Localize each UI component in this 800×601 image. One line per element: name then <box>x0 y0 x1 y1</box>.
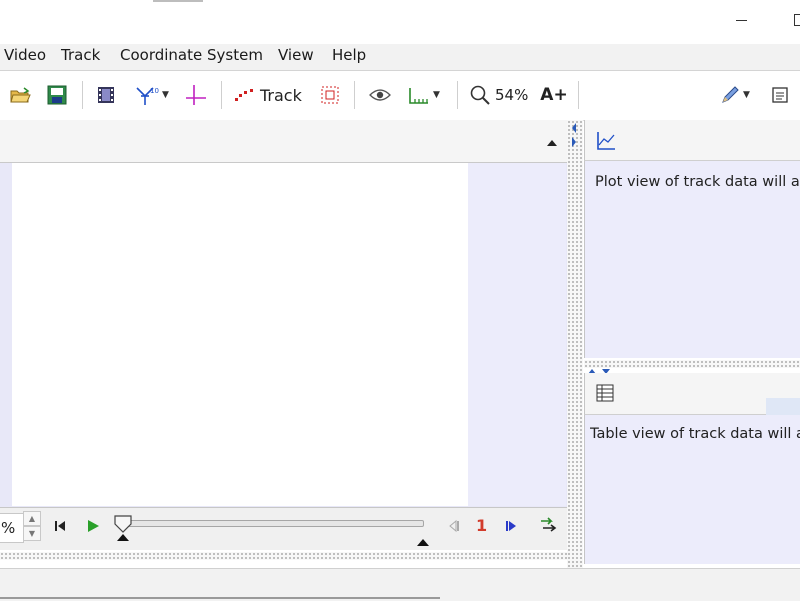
zoom-level: 54% <box>495 86 529 104</box>
right-splitter[interactable] <box>584 360 800 368</box>
open-folder-icon <box>10 87 31 103</box>
spinner-down-icon[interactable]: ▼ <box>23 526 41 541</box>
notes-icon <box>772 87 788 103</box>
spinner-up-icon[interactable]: ▲ <box>23 511 41 526</box>
coordinate-axes-button[interactable] <box>183 81 209 109</box>
autotracker-button[interactable] <box>318 81 342 109</box>
plot-view-message: Plot view of track data will ap <box>595 174 800 190</box>
drawing-tools-button[interactable]: ▼ <box>714 81 756 109</box>
zoom-spinner[interactable]: ▲ ▼ <box>23 511 41 541</box>
menu-help[interactable]: Help <box>331 44 367 70</box>
table-grid-icon <box>596 384 614 402</box>
plot-button[interactable] <box>595 130 617 152</box>
split-arrows-icon <box>572 123 576 147</box>
step-forward-button[interactable] <box>503 518 519 534</box>
plot-view <box>584 161 800 358</box>
toolbar-separator <box>82 81 83 109</box>
coordinate-axes-icon <box>186 85 206 105</box>
menu-track[interactable]: Track <box>60 44 101 70</box>
table-button[interactable] <box>595 383 615 403</box>
video-clip-settings-button[interactable] <box>94 81 118 109</box>
status-bar-rule <box>0 597 440 599</box>
track-points-icon <box>235 89 253 101</box>
open-button[interactable] <box>8 81 34 109</box>
title-bar <box>0 0 800 44</box>
save-icon <box>47 85 67 105</box>
notes-button[interactable] <box>768 81 792 109</box>
measuring-ruler-icon <box>409 88 429 104</box>
zoom-field[interactable]: % <box>0 513 24 543</box>
svg-text:10: 10 <box>150 87 159 95</box>
font-size-icon: A+ <box>540 85 568 105</box>
visibility-button[interactable] <box>367 81 393 109</box>
frame-slider[interactable] <box>122 520 424 527</box>
collapse-panel-button[interactable] <box>545 134 559 146</box>
toolbar-separator <box>457 81 458 109</box>
end-frame-marker[interactable] <box>416 532 430 546</box>
menu-bar: Video Track Coordinate System View Help <box>0 44 800 71</box>
maximize-button[interactable] <box>792 12 800 28</box>
save-button[interactable] <box>44 81 70 109</box>
table-view-message: Table view of track data will ap <box>590 426 800 442</box>
toolbar: 10 ▼ Track ▼ 54% A+ ▼ <box>0 71 800 121</box>
skip-back-icon <box>55 521 65 531</box>
menu-video[interactable]: Video <box>3 44 47 70</box>
chevron-down-icon: ▼ <box>433 90 440 100</box>
right-splitter-arrows[interactable] <box>586 360 614 374</box>
vertical-splitter[interactable] <box>567 120 583 568</box>
video-splitter[interactable] <box>0 552 568 560</box>
calibration-tools-button[interactable]: 10 ▼ <box>132 81 172 109</box>
measuring-tools-button[interactable]: ▼ <box>404 81 444 109</box>
video-clip-icon <box>98 87 114 103</box>
step-back-button[interactable] <box>446 518 462 534</box>
title-bar-mark <box>153 0 203 2</box>
toolbar-separator <box>221 81 222 109</box>
video-canvas[interactable] <box>12 163 468 506</box>
slider-thumb-icon <box>114 515 132 541</box>
plot-view-header <box>584 120 800 161</box>
plot-graph-icon <box>597 132 615 150</box>
loop-arrow-icon <box>541 517 557 532</box>
zoom-button[interactable]: 54% <box>469 81 531 109</box>
step-count[interactable]: 1 <box>476 516 488 536</box>
toolbar-separator <box>354 81 355 109</box>
play-icon <box>88 520 99 532</box>
magnifier-icon <box>470 85 490 105</box>
video-canvas-margin <box>468 163 566 506</box>
create-track-button[interactable]: Track <box>234 81 306 109</box>
chevron-down-icon: ▼ <box>743 90 750 100</box>
loop-button[interactable] <box>539 516 557 534</box>
play-button[interactable] <box>85 518 101 534</box>
triangle-marker-icon <box>417 539 429 546</box>
slider-thumb[interactable] <box>112 514 134 542</box>
autotracker-icon <box>321 86 339 104</box>
splitter-arrows[interactable] <box>570 122 578 148</box>
toolbar-separator <box>578 81 579 109</box>
track-label: Track <box>260 85 302 105</box>
step-forward-icon <box>506 521 516 531</box>
go-to-start-button[interactable] <box>52 518 68 534</box>
eye-icon <box>369 89 391 101</box>
menu-coordinate-system[interactable]: Coordinate System <box>119 44 264 70</box>
triangle-up-icon <box>547 140 557 146</box>
calibration-tools-icon: 10 <box>136 87 159 105</box>
minimize-button[interactable] <box>733 12 753 28</box>
step-back-icon <box>449 519 459 533</box>
font-size-button[interactable]: A+ <box>540 81 568 109</box>
chevron-down-icon: ▼ <box>162 90 169 100</box>
menu-view[interactable]: View <box>277 44 315 70</box>
video-panel-header <box>0 120 567 163</box>
pencil-icon <box>722 86 739 103</box>
